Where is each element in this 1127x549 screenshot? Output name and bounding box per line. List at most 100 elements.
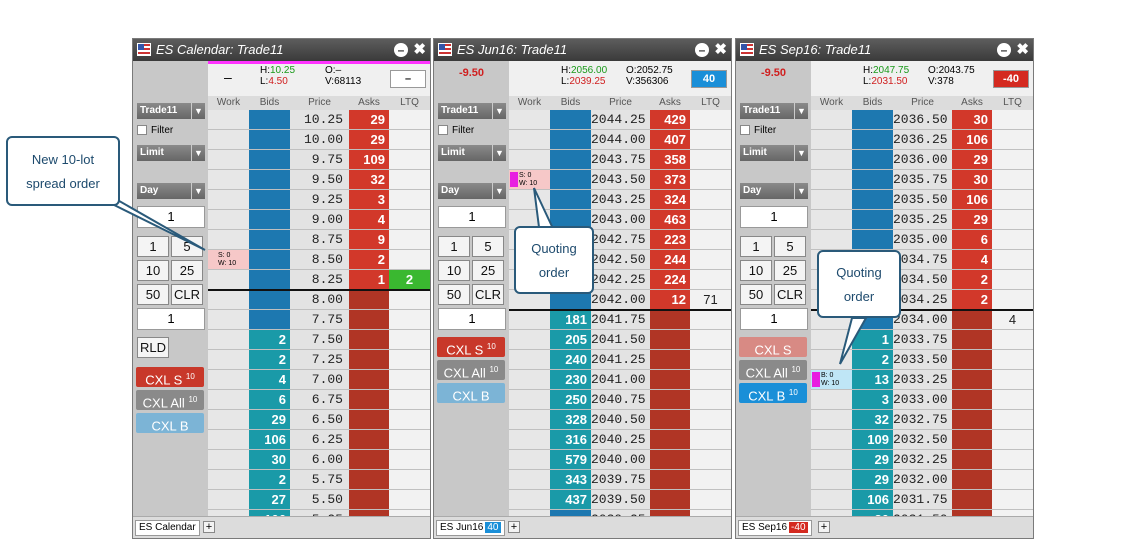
ask-size[interactable]: 9 <box>349 230 389 250</box>
qty-button[interactable]: 5 <box>472 236 504 257</box>
ladder-row[interactable]: 10.25 29 <box>208 110 430 130</box>
qty-button[interactable]: 5 <box>774 236 806 257</box>
bid-size[interactable]: 109 <box>852 430 893 450</box>
ladder-row[interactable]: 2 5.75 <box>208 470 430 490</box>
ladder-row[interactable]: 2044.00 407 <box>509 130 731 150</box>
clip-quantity-input[interactable]: 1 <box>438 308 506 330</box>
order-type-dropdown[interactable]: Limit ▼ <box>740 145 808 161</box>
qty-button[interactable]: 25 <box>171 260 203 281</box>
ask-size[interactable]: 32 <box>349 170 389 190</box>
tif-dropdown[interactable]: Day ▼ <box>740 183 808 199</box>
qty-button[interactable]: 50 <box>740 284 772 305</box>
bid-size[interactable]: 29 <box>249 410 290 430</box>
bid-size[interactable]: 205 <box>550 330 591 350</box>
minimize-icon[interactable]: – <box>394 43 408 57</box>
ladder-row[interactable]: 8.75 9 <box>208 230 430 250</box>
ask-size[interactable]: 29 <box>349 130 389 150</box>
account-dropdown[interactable]: Trade11 ▼ <box>438 103 506 119</box>
ask-size[interactable]: 3 <box>349 190 389 210</box>
order-type-dropdown[interactable]: Limit ▼ <box>438 145 506 161</box>
bid-size[interactable]: 250 <box>550 390 591 410</box>
minimize-icon[interactable]: – <box>997 43 1011 57</box>
ask-size[interactable]: 373 <box>650 170 690 190</box>
ladder-row[interactable]: 6 6.75 <box>208 390 430 410</box>
qty-button[interactable]: 50 <box>137 284 169 305</box>
ask-size[interactable]: 6 <box>952 230 992 250</box>
ladder-row[interactable]: 10.00 29 <box>208 130 430 150</box>
bid-size[interactable]: 437 <box>550 490 591 510</box>
ladder-row[interactable]: 30 6.00 <box>208 450 430 470</box>
qty-button[interactable]: 1 <box>137 236 169 257</box>
filter-checkbox-row[interactable]: Filter <box>740 125 776 136</box>
bid-size[interactable]: 30 <box>249 450 290 470</box>
bid-size[interactable]: 2 <box>249 350 290 370</box>
qty-button[interactable]: 25 <box>472 260 504 281</box>
ask-size[interactable]: 429 <box>650 110 690 130</box>
ladder-row[interactable]: 205 2041.50 <box>509 330 731 350</box>
ask-size[interactable]: 2 <box>952 270 992 290</box>
bid-size[interactable]: 328 <box>550 410 591 430</box>
ask-size[interactable]: 106 <box>952 190 992 210</box>
close-icon[interactable]: ✖ <box>1016 39 1029 61</box>
ask-size[interactable]: 29 <box>952 210 992 230</box>
bid-size[interactable]: 106 <box>249 430 290 450</box>
ladder-row[interactable]: 9.00 4 <box>208 210 430 230</box>
bid-size[interactable]: 6 <box>249 390 290 410</box>
ladder-row[interactable]: 579 2040.00 <box>509 450 731 470</box>
bid-size[interactable]: 3 <box>852 390 893 410</box>
bid-size[interactable]: 240 <box>550 350 591 370</box>
ask-size[interactable]: 30 <box>952 170 992 190</box>
ask-size[interactable]: 4 <box>952 250 992 270</box>
ask-size[interactable]: 244 <box>650 250 690 270</box>
ask-size[interactable]: 106 <box>952 130 992 150</box>
cancel-all-button[interactable]: CXL All 10 <box>739 360 807 380</box>
bid-size[interactable]: 29 <box>852 450 893 470</box>
ladder-row[interactable]: 316 2040.25 <box>509 430 731 450</box>
filter-checkbox[interactable] <box>740 125 750 136</box>
quantity-input[interactable]: 1 <box>740 206 808 228</box>
ladder-row[interactable]: 2035.00 6 <box>811 230 1033 250</box>
ladder-row[interactable]: 27 5.50 <box>208 490 430 510</box>
ladder-row[interactable]: 4 7.00 <box>208 370 430 390</box>
ladder-row[interactable]: 2035.50 106 <box>811 190 1033 210</box>
ask-size[interactable]: 4 <box>349 210 389 230</box>
qty-button[interactable]: 10 <box>438 260 470 281</box>
ladder-row[interactable]: 2 7.25 <box>208 350 430 370</box>
ladder-row[interactable]: 2 7.50 <box>208 330 430 350</box>
cancel-buys-button[interactable]: CXL B 10 <box>739 383 807 403</box>
bid-size[interactable]: 316 <box>550 430 591 450</box>
bid-size[interactable]: 343 <box>550 470 591 490</box>
close-icon[interactable]: ✖ <box>714 39 727 61</box>
ladder-row[interactable]: 2043.25 324 <box>509 190 731 210</box>
filter-checkbox[interactable] <box>438 125 448 136</box>
ask-size[interactable]: 12 <box>650 290 690 310</box>
filter-checkbox-row[interactable]: Filter <box>438 125 474 136</box>
ask-size[interactable]: 223 <box>650 230 690 250</box>
order-type-dropdown[interactable]: Limit ▼ <box>137 145 205 161</box>
ask-size[interactable]: 30 <box>952 110 992 130</box>
tif-dropdown[interactable]: Day ▼ <box>137 183 205 199</box>
ask-size[interactable]: 2 <box>952 290 992 310</box>
cancel-all-button[interactable]: CXL All 10 <box>136 390 204 410</box>
cancel-sells-button[interactable]: CXL S 10 <box>136 367 204 387</box>
cancel-sells-button[interactable]: CXL S <box>739 337 807 357</box>
add-tab-icon[interactable]: + <box>508 521 520 533</box>
bid-size[interactable]: 181 <box>550 310 591 330</box>
bid-size[interactable]: 106 <box>852 490 893 510</box>
qty-button[interactable]: 10 <box>137 260 169 281</box>
ladder-row[interactable]: 2043.75 358 <box>509 150 731 170</box>
cancel-all-button[interactable]: CXL All 10 <box>437 360 505 380</box>
bid-size[interactable]: 2 <box>249 470 290 490</box>
add-tab-icon[interactable]: + <box>203 521 215 533</box>
window-titlebar[interactable]: ES Sep16: Trade11 – ✖ <box>736 39 1033 61</box>
filter-checkbox[interactable] <box>137 125 147 136</box>
clip-quantity-input[interactable]: 1 <box>740 308 808 330</box>
quantity-input[interactable]: 1 <box>137 206 205 228</box>
window-titlebar[interactable]: ES Calendar: Trade11 – ✖ <box>133 39 430 61</box>
qty-button[interactable]: CLR <box>171 284 203 305</box>
bid-size[interactable]: 230 <box>550 370 591 390</box>
ask-size[interactable]: 29 <box>349 110 389 130</box>
qty-button[interactable]: 50 <box>438 284 470 305</box>
ladder-row[interactable]: 29 2032.00 <box>811 470 1033 490</box>
ladder-row[interactable]: 2 2033.50 <box>811 350 1033 370</box>
